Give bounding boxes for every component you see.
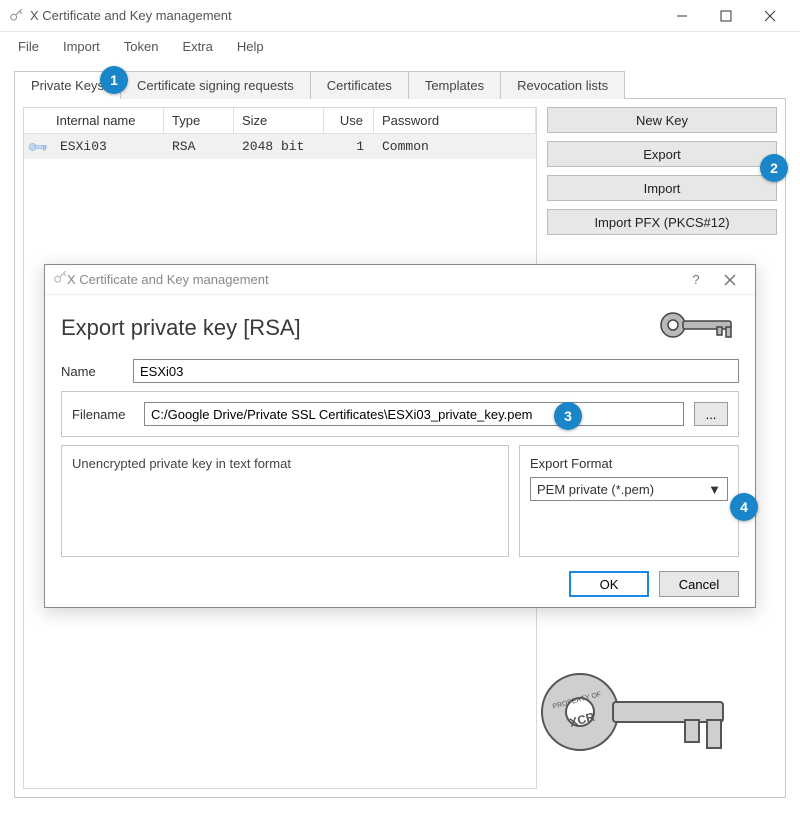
tab-revocation[interactable]: Revocation lists: [500, 71, 625, 99]
tab-certificates[interactable]: Certificates: [310, 71, 409, 99]
step-badge-4: 4: [730, 493, 758, 521]
menu-extra[interactable]: Extra: [173, 35, 223, 58]
export-format-label: Export Format: [530, 456, 728, 471]
ok-button[interactable]: OK: [569, 571, 649, 597]
tab-csr[interactable]: Certificate signing requests: [120, 71, 311, 99]
main-titlebar: X Certificate and Key management: [0, 0, 800, 32]
window-title: X Certificate and Key management: [30, 8, 232, 23]
import-pfx-button[interactable]: Import PFX (PKCS#12): [547, 209, 777, 235]
format-description: Unencrypted private key in text format: [61, 445, 509, 557]
tab-templates[interactable]: Templates: [408, 71, 501, 99]
row-size: 2048 bit: [234, 134, 324, 159]
export-format-group: Export Format PEM private (*.pem) ▼: [519, 445, 739, 557]
export-dialog: X Certificate and Key management ? Expor…: [44, 264, 756, 608]
chevron-down-icon: ▼: [708, 482, 721, 497]
name-input[interactable]: [133, 359, 739, 383]
new-key-button[interactable]: New Key: [547, 107, 777, 133]
dialog-titlebar: X Certificate and Key management ?: [45, 265, 755, 295]
col-type[interactable]: Type: [164, 108, 234, 134]
tab-strip: Private Keys Certificate signing request…: [14, 70, 786, 98]
row-type: RSA: [164, 134, 234, 159]
filename-group: Filename ...: [61, 391, 739, 437]
menu-import[interactable]: Import: [53, 35, 110, 58]
col-use[interactable]: Use: [324, 108, 374, 134]
step-badge-1: 1: [100, 66, 128, 94]
export-format-select[interactable]: PEM private (*.pem) ▼: [530, 477, 728, 501]
key-icon: [24, 140, 52, 154]
cancel-button[interactable]: Cancel: [659, 571, 739, 597]
table-row[interactable]: ESXi03 RSA 2048 bit 1 Common: [24, 134, 536, 159]
export-format-value: PEM private (*.pem): [537, 482, 654, 497]
menu-file[interactable]: File: [8, 35, 49, 58]
name-field-row: Name: [61, 359, 739, 383]
filename-label: Filename: [72, 407, 134, 422]
dialog-key-icon: [659, 309, 739, 347]
export-button[interactable]: Export: [547, 141, 777, 167]
decorative-key-image: PROPERTY OF XCR: [525, 657, 755, 767]
menu-help[interactable]: Help: [227, 35, 274, 58]
step-badge-2: 2: [760, 154, 788, 182]
app-icon: [8, 8, 24, 24]
row-password: Common: [374, 134, 536, 159]
dialog-help-button[interactable]: ?: [679, 266, 713, 294]
col-password[interactable]: Password: [374, 108, 536, 134]
row-use: 1: [324, 134, 374, 159]
dialog-close-button[interactable]: [713, 266, 747, 294]
close-button[interactable]: [748, 1, 792, 31]
menu-token[interactable]: Token: [114, 35, 169, 58]
dialog-app-icon: [53, 271, 67, 288]
minimize-button[interactable]: [660, 1, 704, 31]
dialog-button-row: OK Cancel: [61, 565, 739, 597]
import-button[interactable]: Import: [547, 175, 777, 201]
row-name: ESXi03: [52, 134, 164, 159]
dialog-heading-row: Export private key [RSA]: [61, 309, 739, 347]
list-header: Internal name Type Size Use Password: [24, 108, 536, 134]
menubar: File Import Token Extra Help: [0, 32, 800, 60]
dialog-heading: Export private key [RSA]: [61, 315, 301, 341]
dialog-title: X Certificate and Key management: [67, 272, 269, 287]
step-badge-3: 3: [554, 402, 582, 430]
browse-button[interactable]: ...: [694, 402, 728, 426]
col-size[interactable]: Size: [234, 108, 324, 134]
maximize-button[interactable]: [704, 1, 748, 31]
filename-input[interactable]: [144, 402, 684, 426]
col-internal-name[interactable]: Internal name: [24, 108, 164, 134]
name-label: Name: [61, 364, 123, 379]
